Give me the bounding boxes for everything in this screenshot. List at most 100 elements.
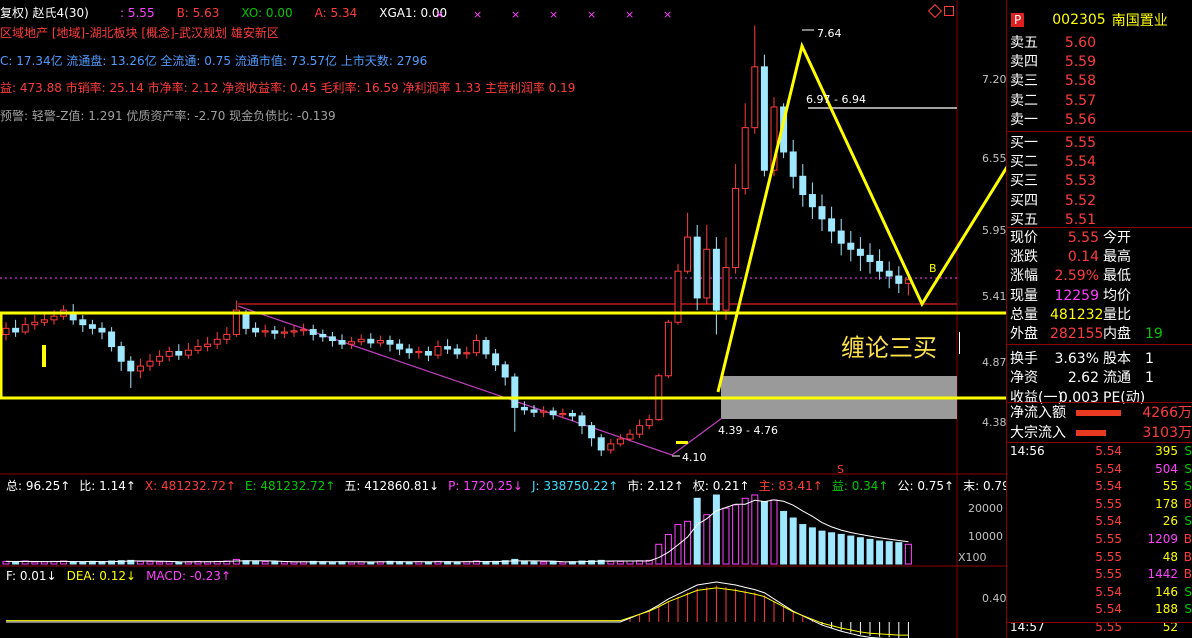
candle-body [223, 333, 231, 340]
volume-bar [904, 543, 912, 565]
order-level-price: 5.60 [1064, 35, 1096, 51]
candle-body [444, 346, 452, 350]
candle-body [876, 260, 884, 272]
volume-bar [146, 561, 154, 565]
candle-body [79, 319, 87, 326]
candle-body [424, 350, 432, 356]
candle-body [12, 327, 20, 333]
tick-trade-time [1010, 513, 1070, 531]
candle-body [309, 329, 317, 335]
tick-trade-flag: S [1184, 584, 1192, 599]
tick-trade-price: 5.55 [1095, 549, 1122, 564]
tick-trade-flag: S [1184, 479, 1192, 494]
tick-trade-row[interactable]: 5.54 55 S [1010, 478, 1192, 496]
volume-bar [856, 537, 864, 565]
tick-trade-row[interactable]: 5.55 1442 B [1010, 566, 1192, 584]
tick-trade-time [1010, 531, 1070, 549]
volume-bar [453, 561, 461, 565]
volume-bar [828, 532, 836, 565]
volume-bar [607, 560, 615, 565]
tick-trade-price: 5.54 [1095, 461, 1122, 476]
quote-stat-value: 2.59% [1054, 268, 1099, 285]
order-level-label: 卖三 [1010, 73, 1038, 90]
header-mark-icon: × [549, 8, 559, 21]
volume-bar [655, 543, 663, 565]
info-line-2: 益: 473.88 市销率: 25.14 市净率: 2.12 净资收益率: 0.… [0, 81, 576, 95]
candle-body [252, 327, 260, 333]
volume-bar [732, 504, 740, 565]
order-level-label: 买二 [1010, 154, 1038, 171]
macd-axis-040: 0.40 [982, 592, 1007, 605]
candle-body [597, 437, 605, 451]
tick-trade-row[interactable]: 5.55 178 B [1010, 496, 1192, 514]
tick-trade-price: 5.54 [1095, 479, 1122, 494]
candle-body [837, 230, 845, 244]
candle-body [242, 312, 250, 329]
tick-trade-time: 14:56 [1010, 444, 1045, 458]
order-level-label: 卖二 [1010, 92, 1038, 109]
candle-body [722, 267, 730, 311]
signal-marker [676, 441, 688, 444]
candle-body [760, 66, 768, 171]
volume-bar [424, 561, 432, 565]
fund-flow-bar-track [1074, 424, 1142, 443]
order-level-price: 5.58 [1064, 73, 1096, 90]
price-axis-label: 4.38 [982, 416, 1007, 429]
candle-body [847, 242, 855, 250]
candle-body [280, 331, 288, 334]
quote-stat-value: 2.62 [1067, 370, 1099, 387]
candle-body [396, 343, 404, 350]
tick-trade-flag: S [1184, 461, 1192, 476]
volume-bar [712, 494, 720, 565]
candle-body [386, 340, 394, 345]
volume-bar [760, 501, 768, 565]
fund-flow-row: 大宗流入 3103万 [1010, 424, 1192, 443]
order-level-row: 卖一 5.56 [1010, 111, 1096, 130]
order-level-row: 卖三 5.58 [1010, 72, 1096, 91]
candle-body [290, 330, 298, 333]
quote-stat-right-label: 内盘 [1103, 326, 1131, 342]
volume-bar [693, 497, 701, 565]
tick-trade-row[interactable]: 5.54 146 S [1010, 584, 1192, 602]
tick-trade-row[interactable]: 5.55 1209 B [1010, 531, 1192, 549]
price-axis-label: 5.95 [982, 224, 1007, 237]
tick-trade-row[interactable]: 5.54 188 S [1010, 601, 1192, 619]
tick-trade-volume: 55 [1162, 479, 1178, 494]
tick-trade-flag: S [1184, 444, 1192, 458]
tick-trade-flag: B [1183, 532, 1192, 546]
candle-body [127, 360, 135, 372]
tick-trade-row[interactable]: 14:56 5.54 395 S [1010, 443, 1192, 461]
volume-bar [328, 561, 336, 565]
diamond-icon[interactable] [927, 3, 943, 19]
volume-bar [559, 561, 567, 565]
volume-indicator-5: P: 1720.25↓ [448, 479, 523, 493]
tick-trade-flag: S [1184, 514, 1192, 529]
volume-axis-unit: X100 [958, 551, 987, 564]
volume-bar [885, 541, 893, 565]
volume-bar [876, 540, 884, 565]
candle-body [895, 275, 903, 284]
overlay-annotation-text: 缠论三买 [841, 334, 937, 362]
candle-body [799, 175, 807, 196]
candle-body [328, 336, 336, 342]
quote-stat-row: 换手 3.63% 股本 1 [1010, 350, 1154, 369]
volume-bar [616, 560, 624, 565]
tick-trade-row[interactable]: 5.54 26 S [1010, 513, 1192, 531]
quote-stat-extra: 1 [1145, 351, 1154, 368]
candle-body [271, 330, 279, 334]
tick-trade-flag: B [1183, 496, 1192, 511]
order-level-price: 5.53 [1064, 173, 1096, 190]
volume-bar [684, 520, 692, 565]
square-icon[interactable] [944, 6, 954, 16]
order-level-row: 卖五 5.60 [1010, 34, 1096, 53]
quote-stat-value: 3.63% [1054, 351, 1099, 368]
quote-stat-extra: 19 [1145, 326, 1163, 342]
volume-indicator-2: X: 481232.72↑ [144, 479, 236, 493]
high-label: 7.64 [817, 27, 842, 40]
tick-trade-row[interactable]: 5.55 48 B [1010, 549, 1192, 567]
quote-stat-row: 现量 12259 均价 [1010, 287, 1131, 306]
header-indicator-values: : 5.55 B: 5.63 XO: 0.00 A: 5.34 XGA1: 0.00 [120, 6, 447, 20]
volume-bar [405, 561, 413, 565]
tick-trade-row[interactable]: 5.54 504 S [1010, 461, 1192, 479]
volume-indicator-3: E: 481232.72↑ [244, 479, 336, 493]
